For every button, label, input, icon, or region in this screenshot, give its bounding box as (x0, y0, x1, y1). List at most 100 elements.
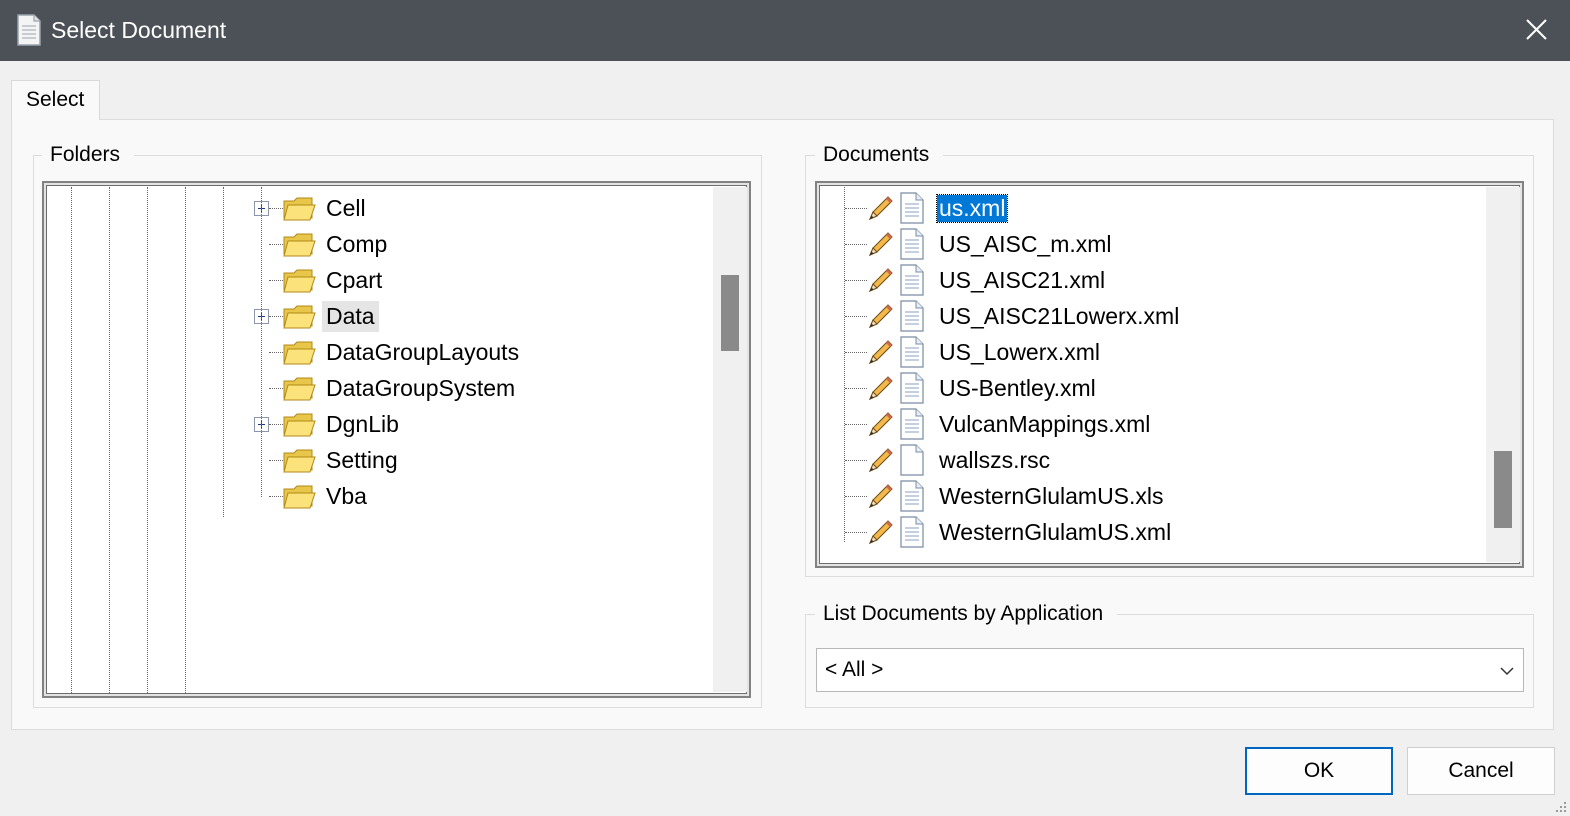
document-label: us.xml (935, 194, 1009, 223)
folder-item[interactable]: Data (44, 299, 704, 333)
tree-connector (845, 316, 867, 317)
document-item[interactable]: US_AISC21.xml (817, 263, 1477, 297)
tree-connector (269, 316, 283, 317)
folder-icon (282, 266, 316, 294)
folder-item[interactable]: Vba (44, 479, 704, 513)
folders-tree[interactable]: Cell Comp Cpart Data DataGroupLayouts DataGro… (42, 181, 751, 698)
xml-document-icon (899, 300, 925, 332)
document-label: US_AISC_m.xml (939, 231, 1112, 257)
tree-connector (845, 352, 867, 353)
document-item[interactable]: US_AISC21Lowerx.xml (817, 299, 1477, 333)
folder-item[interactable]: Setting (44, 443, 704, 477)
documents-label: Documents (815, 142, 944, 168)
edit-pencil-icon (867, 338, 895, 366)
tree-connector (845, 532, 867, 533)
document-label: WesternGlulamUS.xml (939, 519, 1172, 545)
tree-connector (845, 424, 867, 425)
ok-button[interactable]: OK (1245, 747, 1393, 795)
tree-connector (269, 388, 283, 389)
document-item[interactable]: US_AISC_m.xml (817, 227, 1477, 261)
tree-connector (269, 424, 283, 425)
document-label: WesternGlulamUS.xls (939, 483, 1164, 509)
folder-icon (282, 230, 316, 258)
tree-connector (269, 460, 283, 461)
folder-item[interactable]: Cell (44, 191, 704, 225)
dropdown-value: < All > (825, 658, 884, 681)
filter-label: List Documents by Application (815, 601, 1118, 627)
xml-document-icon (899, 408, 925, 440)
tree-connector (845, 280, 867, 281)
document-label: US-Bentley.xml (939, 375, 1096, 401)
folder-label: DataGroupSystem (326, 375, 516, 401)
folder-item[interactable]: DataGroupLayouts (44, 335, 704, 369)
document-label: US_AISC21Lowerx.xml (939, 303, 1180, 329)
document-item[interactable]: WesternGlulamUS.xls (817, 479, 1477, 513)
document-item[interactable]: VulcanMappings.xml (817, 407, 1477, 441)
tree-connector (845, 244, 867, 245)
folder-label: Data (322, 301, 379, 332)
xml-document-icon (899, 372, 925, 404)
chevron-down-icon (1500, 667, 1514, 676)
tree-connector (269, 496, 283, 497)
edit-pencil-icon (867, 266, 895, 294)
xml-document-icon (899, 192, 925, 224)
document-item[interactable]: us.xml (817, 191, 1477, 225)
close-icon[interactable] (1516, 12, 1556, 48)
folders-label: Folders (42, 142, 135, 168)
application-filter-dropdown[interactable]: < All > (816, 648, 1524, 692)
folder-label: Vba (326, 483, 367, 509)
edit-pencil-icon (867, 410, 895, 438)
folder-item[interactable]: DgnLib (44, 407, 704, 441)
document-item[interactable]: wallszs.rsc (817, 443, 1477, 477)
folder-item[interactable]: Cpart (44, 263, 704, 297)
tree-guide-line (261, 187, 262, 497)
edit-pencil-icon (867, 518, 895, 546)
folder-label: DgnLib (326, 411, 399, 437)
xml-document-icon (899, 228, 925, 260)
document-label: US_AISC21.xml (939, 267, 1106, 293)
folder-item[interactable]: DataGroupSystem (44, 371, 704, 405)
folder-label: Cpart (326, 267, 383, 293)
tree-connector (269, 352, 283, 353)
document-item[interactable]: US_Lowerx.xml (817, 335, 1477, 369)
document-item[interactable]: WesternGlulamUS.xml (817, 515, 1477, 549)
folder-label: DataGroupLayouts (326, 339, 520, 365)
folders-scroll-thumb[interactable] (721, 275, 739, 351)
resize-grip-icon[interactable] (1550, 796, 1568, 814)
folder-icon (282, 410, 316, 438)
xml-document-icon (899, 336, 925, 368)
tree-connector (269, 208, 283, 209)
title-bar: Select Document (0, 0, 1570, 61)
edit-pencil-icon (867, 374, 895, 402)
folder-icon (282, 302, 316, 330)
tree-connector (845, 208, 867, 209)
tree-connector (269, 280, 283, 281)
folder-label: Setting (326, 447, 398, 473)
folders-scrollbar[interactable] (713, 187, 747, 692)
folder-label: Comp (326, 231, 388, 257)
documents-scroll-thumb[interactable] (1494, 451, 1512, 528)
edit-pencil-icon (867, 194, 895, 222)
cancel-button[interactable]: Cancel (1407, 747, 1555, 795)
document-item[interactable]: US-Bentley.xml (817, 371, 1477, 405)
tree-connector (845, 460, 867, 461)
window-title: Select Document (51, 17, 227, 43)
edit-pencil-icon (867, 302, 895, 330)
xml-document-icon (899, 264, 925, 296)
tab-select[interactable]: Select (11, 80, 100, 120)
document-label: US_Lowerx.xml (939, 339, 1101, 365)
tree-connector (269, 244, 283, 245)
tree-connector (845, 388, 867, 389)
blank-document-icon (899, 444, 925, 476)
folder-icon (282, 194, 316, 222)
folder-label: Cell (326, 195, 366, 221)
document-label: wallszs.rsc (939, 447, 1051, 473)
folder-item[interactable]: Comp (44, 227, 704, 261)
xml-document-icon (899, 480, 925, 512)
folder-icon (282, 446, 316, 474)
xml-document-icon (899, 516, 925, 548)
document-icon (17, 14, 41, 46)
folder-icon (282, 374, 316, 402)
folder-icon (282, 482, 316, 510)
documents-tree[interactable]: us.xml US_AISC_m.xml US_AISC21.xml US_AISC2… (815, 181, 1524, 568)
